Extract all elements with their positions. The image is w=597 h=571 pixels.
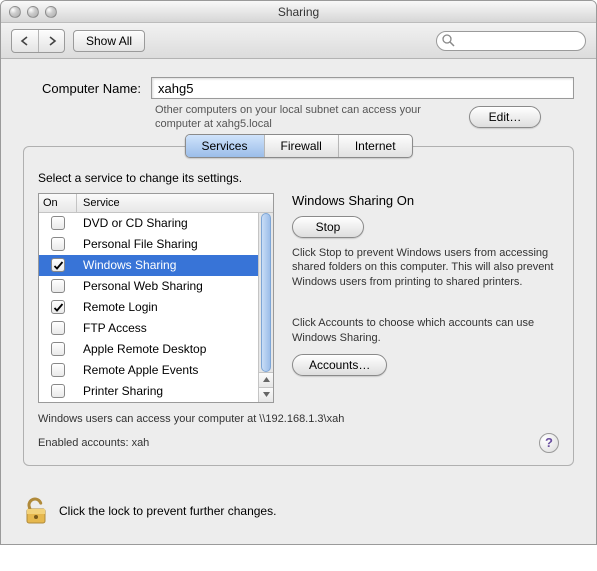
service-label: DVD or CD Sharing [77,216,273,230]
service-on-cell [39,279,77,293]
sharing-groupbox: Services Firewall Internet Select a serv… [23,146,574,466]
edit-hostname-button[interactable]: Edit… [469,106,541,128]
services-table-header: On Service [39,194,273,213]
service-row[interactable]: Remote Login [39,297,273,318]
subnet-note-row: Other computers on your local subnet can… [155,103,574,132]
service-checkbox[interactable] [51,384,65,398]
tab-internet[interactable]: Internet [338,135,412,157]
unlock-icon[interactable] [23,496,49,526]
service-detail-pane: Windows Sharing On Stop Click Stop to pr… [292,193,559,403]
lock-text: Click the lock to prevent further change… [59,504,276,518]
service-checkbox[interactable] [51,321,65,335]
nav-segmented [11,29,65,53]
enabled-accounts-text: Enabled accounts: xah [38,437,149,449]
service-on-cell [39,237,77,251]
service-row[interactable]: Windows Sharing [39,255,273,276]
service-row[interactable]: Remote Apple Events [39,360,273,381]
toolbar: Show All [1,23,596,59]
col-header-on[interactable]: On [39,194,77,212]
services-table: On Service DVD or CD Sharing Personal Fil… [38,193,274,403]
services-body: On Service DVD or CD Sharing Personal Fil… [38,193,559,403]
service-checkbox[interactable] [51,216,65,230]
service-on-cell [39,321,77,335]
smb-access-path: Windows users can access your computer a… [38,413,559,425]
service-label: FTP Access [77,321,273,335]
stop-description: Click Stop to prevent Windows users from… [292,246,559,291]
services-footer: Windows users can access your computer a… [38,413,559,453]
tab-services[interactable]: Services [185,135,263,157]
service-row[interactable]: DVD or CD Sharing [39,213,273,234]
service-row[interactable]: Personal Web Sharing [39,276,273,297]
back-button[interactable] [12,30,38,52]
stop-service-button[interactable]: Stop [292,216,364,238]
triangle-down-icon [262,390,271,399]
chevron-right-icon [47,36,57,46]
accounts-button[interactable]: Accounts… [292,354,387,376]
window-title: Sharing [1,5,596,19]
service-row[interactable]: FTP Access [39,318,273,339]
service-label: Personal File Sharing [77,237,273,251]
service-checkbox[interactable] [51,279,65,293]
triangle-up-icon [262,375,271,384]
forward-button[interactable] [38,30,64,52]
service-on-cell [39,342,77,356]
tab-firewall[interactable]: Firewall [263,135,337,157]
services-table-body: DVD or CD Sharing Personal File Sharing Wi… [39,213,273,402]
service-label: Apple Remote Desktop [77,342,273,356]
service-label: Windows Sharing [77,258,273,272]
service-status-title: Windows Sharing On [292,193,559,208]
search-field-wrap [436,31,586,51]
computer-name-label: Computer Name: [23,81,141,96]
service-on-cell [39,300,77,314]
scroll-up-arrow[interactable] [259,372,273,387]
search-icon [442,34,455,47]
service-checkbox[interactable] [51,300,65,314]
titlebar: Sharing [1,1,596,23]
service-on-cell [39,258,77,272]
service-label: Remote Login [77,300,273,314]
lock-row: Click the lock to prevent further change… [1,480,596,544]
service-row[interactable]: Apple Remote Desktop [39,339,273,360]
computer-name-row: Computer Name: [23,77,574,99]
service-row[interactable]: Personal File Sharing [39,234,273,255]
service-label: Printer Sharing [77,384,273,398]
service-checkbox[interactable] [51,258,65,272]
scroll-down-arrow[interactable] [259,387,273,402]
accounts-description: Click Accounts to choose which accounts … [292,316,559,346]
service-checkbox[interactable] [51,237,65,251]
subnet-note-text: Other computers on your local subnet can… [155,103,455,132]
checkmark-icon [53,302,64,313]
show-all-button[interactable]: Show All [73,30,145,52]
service-checkbox[interactable] [51,363,65,377]
service-label: Personal Web Sharing [77,279,273,293]
service-on-cell [39,216,77,230]
services-scrollbar[interactable] [258,213,273,402]
services-instruction: Select a service to change its settings. [38,171,559,185]
computer-name-input[interactable] [151,77,574,99]
sharing-tabs: Services Firewall Internet [184,134,412,158]
service-on-cell [39,384,77,398]
service-label: Remote Apple Events [77,363,273,377]
service-row[interactable]: Printer Sharing [39,381,273,402]
service-checkbox[interactable] [51,342,65,356]
checkmark-icon [53,260,64,271]
chevron-left-icon [20,36,30,46]
col-header-service[interactable]: Service [77,194,273,212]
scrollbar-thumb[interactable] [261,213,271,372]
service-on-cell [39,363,77,377]
content-area: Computer Name: Other computers on your l… [1,59,596,480]
help-button[interactable]: ? [539,433,559,453]
search-input[interactable] [436,31,586,51]
sharing-prefpane-window: Sharing Show All Computer Name: Other co… [0,0,597,545]
